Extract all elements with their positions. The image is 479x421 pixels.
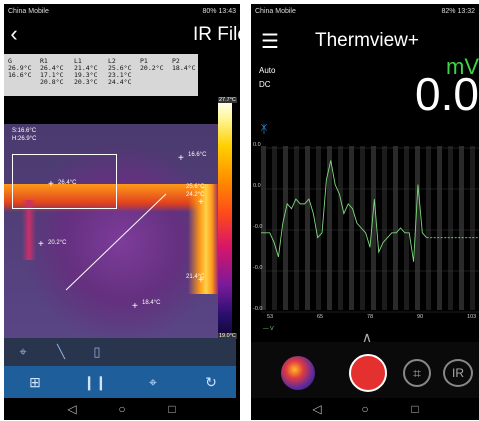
crosshair-icon[interactable]: +: [178, 154, 184, 164]
page-title: Thermview+: [315, 30, 419, 51]
reading-value: 0.0: [415, 68, 479, 120]
y-tick-label: -0.0: [253, 265, 262, 271]
temperature-scale-bar: [218, 98, 232, 338]
chart-bg-stripe: [283, 146, 288, 310]
line-icon[interactable]: ╲: [52, 344, 70, 360]
carrier-label: China Mobile: [255, 8, 296, 15]
refresh-icon[interactable]: ↻: [202, 374, 220, 390]
chart-bg-stripe: [393, 146, 398, 310]
bluetooth-icon[interactable]: ᛡ: [257, 122, 271, 136]
scale-max-label: 27.7°C: [218, 97, 237, 103]
x-tick-label: 53: [267, 314, 273, 320]
y-tick-label: -0.0: [253, 224, 262, 230]
back-triangle-icon[interactable]: ◁: [309, 401, 325, 417]
temp-label: 21.4°C: [186, 274, 205, 280]
legend-label: — V: [263, 326, 274, 332]
crop-icon[interactable]: ⌗: [403, 359, 431, 387]
chart-bg-stripe: [459, 146, 464, 310]
ir-mode-button[interactable]: IR: [443, 359, 473, 387]
chart-bg-stripe: [437, 146, 442, 310]
min-temp-label: S:16.6°C: [12, 128, 37, 134]
status-bar: China Mobile 82% 13:32: [251, 4, 479, 20]
chart-bg-stripe: [327, 146, 332, 310]
temp-label: 16.6°C: [188, 152, 207, 158]
temp-label: 25.6°C: [186, 184, 205, 190]
system-nav-bar: ◁ ○ □: [251, 398, 479, 420]
area-icon[interactable]: ▯: [88, 344, 106, 360]
chart-bg-stripe: [316, 146, 321, 310]
reading-col-p2: P2 18.4°C: [172, 57, 196, 72]
histogram-icon[interactable]: ❙❙: [83, 374, 106, 390]
crosshair-icon[interactable]: ⌖: [14, 344, 32, 360]
recents-square-icon[interactable]: □: [164, 401, 180, 417]
chart-bg-stripe: [448, 146, 453, 310]
thermal-thumbnail-button[interactable]: [281, 356, 315, 390]
home-circle-icon[interactable]: ○: [357, 401, 373, 417]
temp-label: 20.2°C: [48, 240, 67, 246]
reading-col-r1: R1 26.4°C 17.1°C 20.8°C: [40, 57, 64, 86]
bottom-nav: ⊞ ❙❙ ⌖ ↻: [4, 366, 236, 398]
crosshair-icon[interactable]: +: [38, 240, 44, 250]
system-nav-bar: ◁ ○ □: [4, 398, 236, 420]
chart-bg-stripe: [426, 146, 431, 310]
chart-bg-stripe: [338, 146, 343, 310]
reading-col-l2: L2 25.6°C 23.1°C 24.4°C: [108, 57, 132, 86]
crosshair-icon[interactable]: +: [198, 198, 204, 208]
y-tick-label: 0.0: [253, 142, 261, 148]
temp-label: 24.2°C: [186, 192, 205, 198]
back-triangle-icon[interactable]: ◁: [64, 401, 80, 417]
menu-icon[interactable]: ☰: [259, 30, 281, 53]
target-icon[interactable]: ⌖: [144, 374, 162, 390]
edit-toolbar: ⌖ ╲ ▯: [4, 338, 236, 366]
line-l1-overlay[interactable]: [4, 124, 218, 338]
crosshair-icon[interactable]: +: [132, 302, 138, 312]
battery-time: 80% 13:43: [202, 8, 236, 15]
chart-bg-stripe: [404, 146, 409, 310]
recents-square-icon[interactable]: □: [407, 401, 423, 417]
home-circle-icon[interactable]: ○: [114, 401, 130, 417]
temp-label: 18.4°C: [142, 300, 161, 306]
battery-time: 82% 13:32: [441, 8, 475, 15]
reading-col-l1: L1 21.4°C 19.3°C 20.3°C: [74, 57, 98, 86]
record-button[interactable]: [349, 354, 387, 392]
x-tick-label: 78: [367, 314, 373, 320]
grid-icon[interactable]: ⊞: [26, 374, 44, 390]
status-bar: China Mobile 80% 13:43: [4, 4, 240, 20]
thermview-screen: China Mobile 82% 13:32 ☰ Thermview+ mV 0…: [251, 4, 479, 420]
reading-col-p1: P1 20.2°C: [140, 57, 164, 72]
readings-table: G 26.9°C 16.6°C R1 26.4°C 17.1°C 20.8°C …: [4, 54, 198, 96]
chart-bg-stripe: [470, 146, 475, 310]
chart-bg-stripe: [305, 146, 310, 310]
mode-dc-label: DC: [259, 80, 271, 89]
chart-bg-stripe: [272, 146, 277, 310]
y-tick-label: -0.0: [253, 306, 262, 312]
voltage-chart: 0.0 0.0 -0.0 -0.0 -0.0 53 65 78 90 103 — V: [253, 142, 479, 332]
chart-bg-stripe: [349, 146, 354, 310]
chart-bg-stripe: [382, 146, 387, 310]
y-tick-label: 0.0: [253, 183, 261, 189]
chart-bg-stripe: [294, 146, 299, 310]
x-tick-label: 65: [317, 314, 323, 320]
carrier-label: China Mobile: [8, 8, 49, 15]
temp-label: 26.4°C: [58, 180, 77, 186]
max-temp-label: H:26.9°C: [12, 136, 37, 142]
reading-col-g: G 26.9°C 16.6°C: [8, 57, 32, 79]
x-tick-label: 90: [417, 314, 423, 320]
x-tick-label: 103: [467, 314, 476, 320]
mode-auto-label: Auto: [259, 66, 276, 75]
crosshair-icon[interactable]: +: [48, 180, 54, 190]
